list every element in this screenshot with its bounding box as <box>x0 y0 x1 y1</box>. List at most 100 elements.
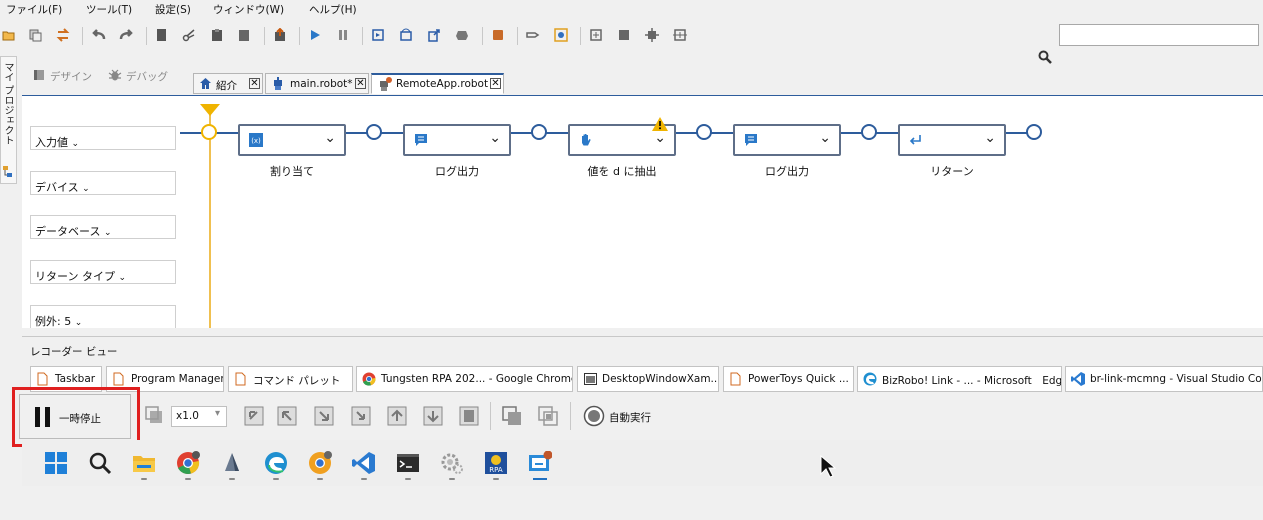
rpa-icon[interactable]: RPA <box>484 451 508 475</box>
vscode-icon[interactable] <box>352 451 376 475</box>
pause-icon[interactable] <box>336 28 350 42</box>
add-frame-icon[interactable] <box>589 28 603 42</box>
move-up-left-icon[interactable] <box>244 406 264 426</box>
speed-select[interactable]: x1.0 ▾ <box>171 406 227 427</box>
flow-junction[interactable] <box>861 124 877 140</box>
page-view-icon[interactable] <box>459 406 479 426</box>
close-icon[interactable]: ✕ <box>490 78 501 89</box>
app-icon[interactable] <box>220 451 244 475</box>
record-icon[interactable] <box>491 28 505 42</box>
search-input[interactable] <box>1059 24 1259 46</box>
tab-remoteapp-robot[interactable]: RemoteApp.robot ✕ <box>371 73 504 94</box>
window-tab-powertoys[interactable]: PowerToys Quick ... <box>723 366 854 392</box>
chevron-down-icon[interactable]: ⌄ <box>984 130 996 146</box>
flow-node-log-1[interactable]: ⌄ <box>403 124 511 156</box>
auto-run-icon[interactable] <box>583 405 605 427</box>
copy-icon[interactable] <box>155 28 169 42</box>
tab-main-robot[interactable]: main.robot* ✕ <box>265 73 369 94</box>
home-icon <box>200 78 211 89</box>
target-icon[interactable] <box>554 28 568 42</box>
arrow-down-right-icon[interactable] <box>314 406 334 426</box>
search-icon[interactable] <box>88 451 112 475</box>
comment-icon <box>745 134 757 146</box>
design-tab[interactable]: デザイン <box>50 69 92 84</box>
close-icon[interactable]: ✕ <box>355 78 366 89</box>
tab-label: RemoteApp.robot <box>396 78 489 90</box>
settings-icon[interactable] <box>440 451 464 475</box>
my-project-label: マイ プロジェクト <box>2 62 13 146</box>
terminal-icon[interactable] <box>396 451 420 475</box>
flow-node-log-2[interactable]: ⌄ <box>733 124 841 156</box>
flow-junction[interactable] <box>696 124 712 140</box>
database-dropdown[interactable]: データベース ⌄ <box>30 215 176 239</box>
tag-icon[interactable] <box>526 28 540 42</box>
arrow-up-icon[interactable] <box>387 406 407 426</box>
edge-icon[interactable] <box>264 451 288 475</box>
input-values-dropdown[interactable]: 入力値 ⌄ <box>30 126 176 150</box>
menu-tools[interactable]: ツール(T) <box>86 2 132 17</box>
devices-dropdown[interactable]: デバイス ⌄ <box>30 171 176 195</box>
robot-app-icon[interactable] <box>528 451 552 475</box>
flow-junction[interactable] <box>531 124 547 140</box>
execution-marker-icon[interactable] <box>200 104 220 116</box>
chevron-down-icon[interactable]: ⌄ <box>324 130 336 146</box>
menu-help[interactable]: ヘルプ(H) <box>309 2 357 17</box>
arrow-up-left-icon[interactable] <box>277 406 297 426</box>
window-compare-icon[interactable] <box>537 405 559 427</box>
chevron-down-icon[interactable]: ⌄ <box>489 130 501 146</box>
move-down-right-icon[interactable] <box>351 406 371 426</box>
arrow-down-icon[interactable] <box>423 406 443 426</box>
tab-introduction[interactable]: 紹介 ✕ <box>193 73 263 94</box>
undo-icon[interactable] <box>92 28 106 42</box>
square-icon[interactable] <box>617 28 631 42</box>
close-icon[interactable]: ✕ <box>249 78 260 89</box>
node-label-extract: 値を d に抽出 <box>587 165 657 178</box>
auto-run-label[interactable]: 自動実行 <box>609 410 651 425</box>
component-icon[interactable] <box>645 28 659 42</box>
exceptions-dropdown[interactable]: 例外: 5 ⌄ <box>30 305 176 328</box>
window-tab-command-palette[interactable]: コマンド パレット <box>228 366 353 392</box>
variable-icon: (x) <box>249 133 263 147</box>
expand-icon[interactable] <box>673 28 687 42</box>
windows-start-icon[interactable] <box>44 451 68 475</box>
flow-node-return[interactable]: ⌄ <box>898 124 1006 156</box>
chevron-down-icon[interactable]: ⌄ <box>819 130 831 146</box>
copy-project-icon[interactable] <box>28 28 42 42</box>
menu-window[interactable]: ウィンドウ(W) <box>213 2 284 17</box>
flow-end-point[interactable] <box>1026 124 1042 140</box>
stop-icon[interactable] <box>455 28 469 42</box>
cut-icon[interactable] <box>182 28 196 42</box>
step-into-icon[interactable] <box>371 28 385 42</box>
chrome-beta-icon[interactable] <box>308 451 332 475</box>
menu-settings[interactable]: 設定(S) <box>155 2 191 17</box>
transfer-icon[interactable] <box>56 28 70 42</box>
flow-junction[interactable] <box>366 124 382 140</box>
window-tab-edge[interactable]: BizRobo! Link - ... - Microsoft Edge <box>857 366 1062 392</box>
open-folder-icon[interactable] <box>2 28 16 42</box>
vscode-icon <box>1071 372 1085 386</box>
window-tab-chrome[interactable]: Tungsten RPA 202... - Google Chrome <box>356 366 573 392</box>
chrome-icon[interactable] <box>176 451 200 475</box>
return-type-dropdown[interactable]: リターン タイプ ⌄ <box>30 260 176 284</box>
flow-node-assign[interactable]: (x) ⌄ <box>238 124 346 156</box>
highlight-box <box>12 387 140 447</box>
step-out-icon[interactable] <box>427 28 441 42</box>
window-tab-desktopwindowxaml[interactable]: DesktopWindowXam... <box>577 366 719 392</box>
node-label-assign: 割り当て <box>270 165 314 178</box>
window-snapshot-icon[interactable] <box>501 405 523 427</box>
paste-icon[interactable] <box>210 28 224 42</box>
menu-file[interactable]: ファイル(F) <box>6 2 62 17</box>
delete-icon[interactable] <box>237 28 251 42</box>
debug-tab[interactable]: デバッグ <box>126 69 168 84</box>
run-icon[interactable] <box>308 28 322 42</box>
file-explorer-icon[interactable] <box>132 451 156 475</box>
redo-icon[interactable] <box>119 28 133 42</box>
step-over-icon[interactable] <box>399 28 413 42</box>
flow-start-point[interactable] <box>201 124 217 140</box>
window-tab-vscode[interactable]: br-link-mcmng - Visual Studio Co... <box>1065 366 1263 392</box>
chevron-down-icon[interactable]: ⌄ <box>654 130 666 146</box>
svg-text:RPA: RPA <box>489 466 503 474</box>
back-icon[interactable] <box>144 405 164 425</box>
export-icon[interactable] <box>273 28 287 42</box>
warning-icon[interactable] <box>652 117 668 131</box>
